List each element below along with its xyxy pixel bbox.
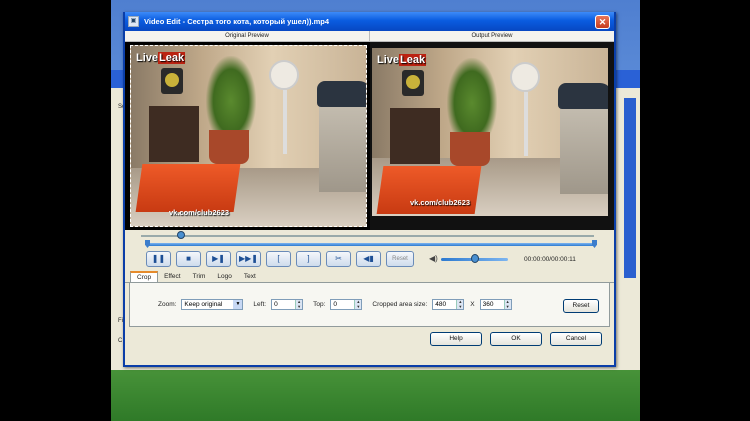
mark-in-button[interactable]: [ xyxy=(266,251,291,267)
background-label: C xyxy=(118,338,123,344)
tab-crop[interactable]: Crop xyxy=(130,271,159,282)
app-icon: ▣ xyxy=(128,16,139,27)
next-frame-button[interactable]: ▶❚ xyxy=(206,251,231,267)
seek-bar[interactable] xyxy=(133,231,606,240)
mark-out-button[interactable]: ] xyxy=(296,251,321,267)
window-title: Video Edit - Сестра того кота, который у… xyxy=(144,17,330,26)
volume-slider[interactable]: ◀) xyxy=(429,254,508,264)
liveleak-logo: LiveLeak xyxy=(136,52,186,64)
preview-area: LiveLeak vk.com/club2623 LiveLeak vk.com… xyxy=(125,42,614,230)
crop-width-input[interactable]: 480 ▲ ▼ xyxy=(432,299,465,310)
tab-effect[interactable]: Effect xyxy=(158,271,187,282)
pause-button[interactable]: ❚❚ xyxy=(146,251,171,267)
cancel-button[interactable]: Cancel xyxy=(550,332,602,346)
tab-text[interactable]: Text xyxy=(238,271,262,282)
spinner-icon[interactable]: ▲ ▼ xyxy=(295,299,303,309)
volume-thumb[interactable] xyxy=(470,254,479,263)
output-preview: LiveLeak vk.com/club2623 xyxy=(370,42,614,230)
seek-thumb[interactable] xyxy=(177,231,186,239)
watermark-text: vk.com/club2623 xyxy=(410,198,471,207)
snapshot-button[interactable]: ✂ xyxy=(326,251,351,267)
output-video-frame: LiveLeak vk.com/club2623 xyxy=(372,48,608,216)
video-edit-dialog: ▣ Video Edit - Сестра того кота, который… xyxy=(123,12,616,367)
original-preview[interactable]: LiveLeak vk.com/club2623 xyxy=(125,42,370,230)
original-preview-label: Original Preview xyxy=(125,31,370,41)
original-video-frame[interactable]: LiveLeak vk.com/club2623 xyxy=(130,45,367,227)
zoom-label: Zoom: xyxy=(158,301,177,308)
preview-labels: Original Preview Output Preview xyxy=(125,31,614,42)
tab-logo[interactable]: Logo xyxy=(211,271,237,282)
ok-button[interactable]: OK xyxy=(490,332,542,346)
x-separator: X xyxy=(470,301,475,308)
stop-button[interactable]: ■ xyxy=(176,251,201,267)
liveleak-logo: LiveLeak xyxy=(377,54,427,66)
crop-panel: Zoom: Keep original ▼ Left: 0 ▲ ▼ Top: 0 … xyxy=(129,283,610,327)
end-button[interactable]: ▶▶❚ xyxy=(236,251,261,267)
dialog-footer: Help OK Cancel xyxy=(125,327,614,346)
speaker-icon: ◀) xyxy=(429,254,438,263)
title-bar[interactable]: ▣ Video Edit - Сестра того кота, который… xyxy=(125,12,614,31)
edit-tabs: Crop Effect Trim Logo Text xyxy=(125,271,614,283)
crop-height-input[interactable]: 360 ▲ ▼ xyxy=(479,299,512,310)
watermark-text: vk.com/club2623 xyxy=(169,208,230,217)
chevron-down-icon: ▼ xyxy=(233,300,243,309)
left-input[interactable]: 0 ▲ ▼ xyxy=(271,299,304,310)
trim-start-marker[interactable] xyxy=(145,240,150,248)
top-input[interactable]: 0 ▲ ▼ xyxy=(330,299,363,310)
close-button[interactable]: ✕ xyxy=(595,14,610,29)
left-label: Left: xyxy=(253,301,267,308)
output-preview-label: Output Preview xyxy=(471,33,513,39)
spinner-icon[interactable]: ▲ ▼ xyxy=(456,299,464,309)
time-display: 00:00:00/00:00:11 xyxy=(524,255,576,263)
crop-reset-button[interactable]: Reset xyxy=(563,299,599,313)
trim-range-bar[interactable] xyxy=(133,240,606,248)
cropped-size-label: Cropped area size: xyxy=(372,301,428,308)
tab-trim[interactable]: Trim xyxy=(187,271,212,282)
rewind-button[interactable]: ◀▮ xyxy=(356,251,381,267)
playback-controls: ❚❚ ■ ▶❚ ▶▶❚ [ ] ✂ ◀▮ Reset ◀) 00:00:00/0… xyxy=(125,248,614,270)
top-label: Top: xyxy=(313,301,326,308)
spinner-icon[interactable]: ▲ ▼ xyxy=(503,299,511,309)
zoom-select[interactable]: Keep original ▼ xyxy=(181,299,244,310)
trim-end-marker[interactable] xyxy=(592,240,597,248)
help-button[interactable]: Help xyxy=(430,332,482,346)
background-scrollbar xyxy=(624,98,636,278)
spinner-icon[interactable]: ▲ ▼ xyxy=(354,299,362,309)
playback-reset-button[interactable]: Reset xyxy=(386,251,414,267)
